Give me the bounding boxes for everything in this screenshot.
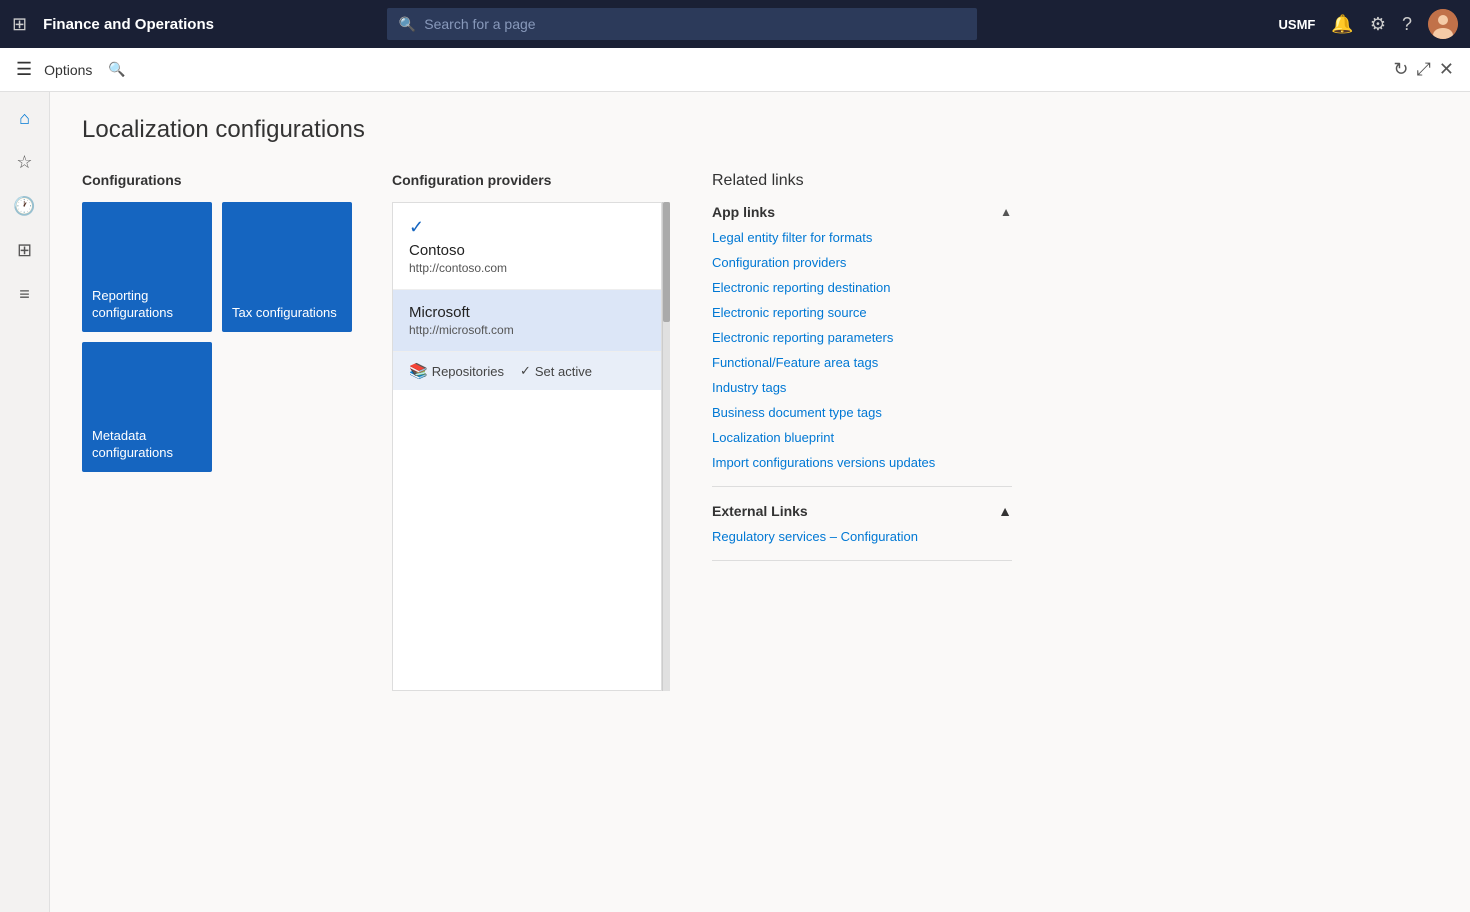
related-links-title: Related links: [712, 172, 1012, 190]
top-navigation: ⊞ Finance and Operations 🔍 USMF 🔔 ⚙ ?: [0, 0, 1470, 48]
microsoft-name: Microsoft: [409, 304, 645, 321]
set-active-button[interactable]: ✓ Set active: [520, 363, 592, 379]
tile-reporting[interactable]: Reporting configurations: [82, 202, 212, 332]
link-config-providers[interactable]: Configuration providers: [712, 255, 1012, 270]
top-nav-right: USMF 🔔 ⚙ ?: [1279, 9, 1458, 39]
providers-empty-space: [393, 390, 661, 690]
link-er-source[interactable]: Electronic reporting source: [712, 305, 1012, 320]
app-grid-icon[interactable]: ⊞: [12, 14, 27, 35]
options-search-icon[interactable]: 🔍: [108, 61, 125, 78]
external-links-header[interactable]: External Links ▲: [712, 503, 1012, 519]
link-industry-tags[interactable]: Industry tags: [712, 380, 1012, 395]
contoso-check-icon: ✓: [409, 217, 645, 238]
options-bar: ☰ Options 🔍 ↻ ⤢ ✕: [0, 48, 1470, 92]
link-er-parameters[interactable]: Electronic reporting parameters: [712, 330, 1012, 345]
links-divider: [712, 486, 1012, 487]
content-area: Localization configurations Configuratio…: [50, 92, 1470, 912]
company-label: USMF: [1279, 17, 1316, 32]
link-import-configs[interactable]: Import configurations versions updates: [712, 455, 1012, 470]
avatar[interactable]: [1428, 9, 1458, 39]
link-regulatory-services[interactable]: Regulatory services – Configuration: [712, 529, 1012, 544]
external-links-chevron-icon: ▲: [998, 503, 1012, 519]
app-links-chevron-icon: ▲: [1000, 205, 1012, 219]
options-label: Options: [44, 62, 92, 78]
app-links-label: App links: [712, 204, 775, 220]
configurations-section-title: Configurations: [82, 172, 352, 188]
search-bar: 🔍: [387, 8, 977, 40]
sidebar-item-workspaces[interactable]: ⊞: [7, 232, 43, 268]
sidebar-item-favorites[interactable]: ☆: [7, 144, 43, 180]
set-active-check-icon: ✓: [520, 363, 531, 379]
hamburger-icon[interactable]: ☰: [16, 59, 32, 80]
app-title: Finance and Operations: [43, 16, 214, 33]
repositories-button[interactable]: 📚 Repositories: [409, 362, 504, 380]
sidebar-item-recent[interactable]: 🕐: [7, 188, 43, 224]
sidebar-item-home[interactable]: ⌂: [7, 100, 43, 136]
configurations-section: Configurations Reporting configurations …: [82, 172, 352, 472]
app-links-header[interactable]: App links ▲: [712, 204, 1012, 220]
config-providers-title: Configuration providers: [392, 172, 672, 188]
link-er-destination[interactable]: Electronic reporting destination: [712, 280, 1012, 295]
open-in-new-icon[interactable]: ⤢: [1417, 59, 1431, 80]
close-icon[interactable]: ✕: [1439, 59, 1454, 80]
external-links-label: External Links: [712, 503, 808, 519]
configs-layout: Configurations Reporting configurations …: [82, 172, 1438, 691]
main-layout: ⌂ ☆ 🕐 ⊞ ≡ Localization configurations Co…: [0, 92, 1470, 912]
search-icon: 🔍: [399, 16, 416, 33]
notification-icon[interactable]: 🔔: [1331, 14, 1353, 35]
tiles-grid: Reporting configurations Tax configurati…: [82, 202, 352, 472]
options-bar-right: ↻ ⤢ ✕: [1393, 59, 1454, 80]
external-links-divider: [712, 560, 1012, 561]
related-links-section: Related links App links ▲ Legal entity f…: [712, 172, 1012, 577]
link-biz-doc-tags[interactable]: Business document type tags: [712, 405, 1012, 420]
refresh-icon[interactable]: ↻: [1393, 59, 1408, 80]
page-title: Localization configurations: [82, 116, 1438, 144]
provider-item-microsoft[interactable]: Microsoft http://microsoft.com: [393, 290, 661, 352]
repositories-icon: 📚: [409, 362, 428, 380]
link-localization-blueprint[interactable]: Localization blueprint: [712, 430, 1012, 445]
provider-actions-bar: 📚 Repositories ✓ Set active: [393, 352, 661, 390]
search-input[interactable]: [424, 16, 965, 32]
sidebar: ⌂ ☆ 🕐 ⊞ ≡: [0, 92, 50, 912]
contoso-url: http://contoso.com: [409, 261, 645, 275]
help-icon[interactable]: ?: [1402, 14, 1412, 35]
scrollbar[interactable]: [662, 202, 670, 691]
link-functional-tags[interactable]: Functional/Feature area tags: [712, 355, 1012, 370]
sidebar-item-modules[interactable]: ≡: [7, 276, 43, 312]
settings-icon[interactable]: ⚙: [1370, 14, 1386, 35]
microsoft-url: http://microsoft.com: [409, 323, 645, 337]
contoso-name: Contoso: [409, 242, 645, 259]
providers-list: ✓ Contoso http://contoso.com Microsoft h…: [392, 202, 662, 691]
link-legal-entity[interactable]: Legal entity filter for formats: [712, 230, 1012, 245]
provider-item-contoso[interactable]: ✓ Contoso http://contoso.com: [393, 203, 661, 290]
tile-metadata[interactable]: Metadata configurations: [82, 342, 212, 472]
config-providers-section: Configuration providers ✓ Contoso http:/…: [392, 172, 672, 691]
tile-tax[interactable]: Tax configurations: [222, 202, 352, 332]
